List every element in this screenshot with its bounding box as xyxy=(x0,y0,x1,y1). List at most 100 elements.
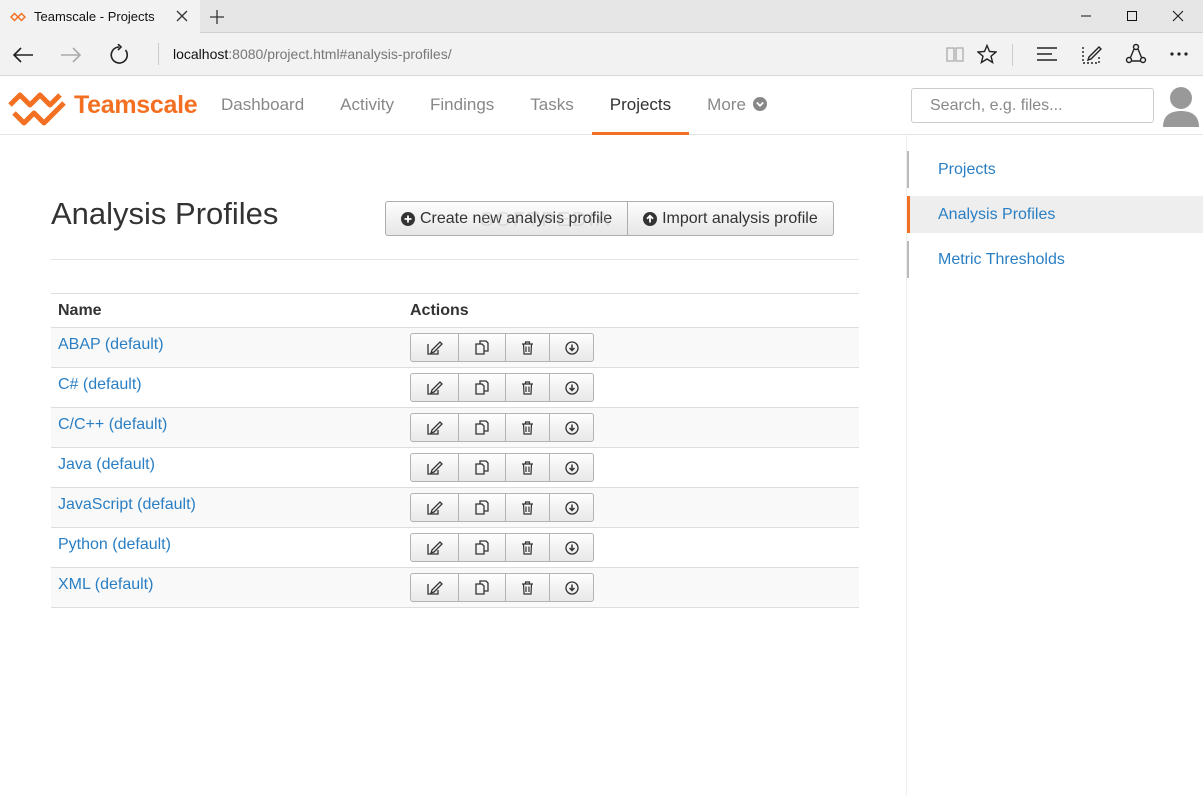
edit-profile-button[interactable] xyxy=(411,334,458,361)
back-arrow-icon xyxy=(12,47,33,63)
profile-name-cell: Java (default) xyxy=(51,447,403,488)
favorite-button[interactable] xyxy=(975,42,999,66)
refresh-button[interactable] xyxy=(104,40,134,70)
nav-findings[interactable]: Findings xyxy=(412,77,512,135)
copy-profile-button[interactable] xyxy=(458,534,505,561)
sidebar-item-projects[interactable]: Projects xyxy=(907,151,1203,188)
copy-icon xyxy=(475,539,489,555)
edit-profile-button[interactable] xyxy=(411,374,458,401)
search-input[interactable] xyxy=(911,88,1154,123)
edit-icon xyxy=(426,580,443,595)
edit-profile-button[interactable] xyxy=(411,494,458,521)
user-avatar-icon[interactable] xyxy=(1162,85,1200,127)
export-profile-button[interactable] xyxy=(549,414,593,441)
url-path: :8080/project.html#analysis-profiles/ xyxy=(228,46,452,62)
profile-actions-cell xyxy=(403,327,859,368)
nav-tasks[interactable]: Tasks xyxy=(512,77,591,135)
row-action-group xyxy=(410,453,594,482)
chevron-down-icon xyxy=(752,97,767,111)
forward-arrow-icon xyxy=(61,47,82,63)
profile-link[interactable]: Java (default) xyxy=(58,456,155,473)
nav-projects[interactable]: Projects xyxy=(591,77,690,135)
new-tab-icon[interactable] xyxy=(208,8,226,26)
url-host: localhost xyxy=(173,46,229,62)
delete-profile-button[interactable] xyxy=(505,334,549,361)
title-divider xyxy=(51,259,859,260)
pen-note-icon xyxy=(1082,46,1102,64)
export-profile-button[interactable] xyxy=(549,574,593,601)
copy-icon xyxy=(475,459,489,475)
copy-icon xyxy=(475,579,489,595)
edit-profile-button[interactable] xyxy=(411,574,458,601)
more-options-button[interactable] xyxy=(1167,42,1191,66)
upload-circle-icon xyxy=(643,211,658,226)
app-header: Teamscale Dashboard Activity Findings Ta… xyxy=(0,77,1203,135)
web-note-button[interactable] xyxy=(1080,42,1104,66)
copy-profile-button[interactable] xyxy=(458,454,505,481)
teamscale-logo[interactable]: Teamscale xyxy=(6,83,198,127)
sidebar-item-metric-thresholds[interactable]: Metric Thresholds xyxy=(907,241,1203,278)
copy-profile-button[interactable] xyxy=(458,334,505,361)
share-button[interactable] xyxy=(1124,42,1148,66)
minimize-button[interactable] xyxy=(1063,0,1109,32)
delete-profile-button[interactable] xyxy=(505,454,549,481)
edit-profile-button[interactable] xyxy=(411,414,458,441)
row-action-group xyxy=(410,373,594,402)
create-analysis-profile-button[interactable]: Create new analysis profile xyxy=(386,202,627,235)
toolbar-divider xyxy=(1012,44,1013,66)
close-tab-icon[interactable] xyxy=(174,8,190,24)
reading-view-button[interactable] xyxy=(943,42,967,66)
edit-profile-button[interactable] xyxy=(411,454,458,481)
browser-titlebar: Teamscale - Projects xyxy=(0,0,1203,33)
url-field[interactable]: localhost:8080/project.html#analysis-pro… xyxy=(158,43,452,65)
profile-link[interactable]: C# (default) xyxy=(58,376,142,393)
sidebar-item-analysis-profiles[interactable]: Analysis Profiles xyxy=(907,196,1203,233)
profile-link[interactable]: JavaScript (default) xyxy=(58,496,196,513)
nav-activity[interactable]: Activity xyxy=(322,77,412,135)
profile-link[interactable]: XML (default) xyxy=(58,576,153,593)
export-profile-button[interactable] xyxy=(549,454,593,481)
copy-profile-button[interactable] xyxy=(458,494,505,521)
download-icon xyxy=(564,340,579,355)
copy-icon xyxy=(475,419,489,435)
edit-profile-button[interactable] xyxy=(411,534,458,561)
close-icon xyxy=(1172,10,1184,22)
back-button[interactable] xyxy=(8,40,38,70)
nav-more-label: More xyxy=(707,95,746,114)
import-analysis-profile-button[interactable]: Import analysis profile xyxy=(627,202,833,235)
browser-tab[interactable]: Teamscale - Projects xyxy=(0,0,200,33)
forward-button[interactable] xyxy=(56,40,86,70)
profile-link[interactable]: C/C++ (default) xyxy=(58,416,167,433)
profile-link[interactable]: Python (default) xyxy=(58,536,171,553)
delete-profile-button[interactable] xyxy=(505,534,549,561)
trash-icon xyxy=(522,340,533,355)
profile-link[interactable]: ABAP (default) xyxy=(58,336,164,353)
edit-icon xyxy=(426,380,443,395)
nav-dashboard[interactable]: Dashboard xyxy=(203,77,322,135)
delete-profile-button[interactable] xyxy=(505,574,549,601)
export-profile-button[interactable] xyxy=(549,534,593,561)
export-profile-button[interactable] xyxy=(549,334,593,361)
copy-profile-button[interactable] xyxy=(458,374,505,401)
profile-name-cell: C# (default) xyxy=(51,367,403,408)
trash-icon xyxy=(522,420,533,435)
table-row: C/C++ (default) xyxy=(51,407,859,448)
star-icon xyxy=(977,44,997,64)
hub-button[interactable] xyxy=(1035,42,1059,66)
delete-profile-button[interactable] xyxy=(505,494,549,521)
copy-profile-button[interactable] xyxy=(458,414,505,441)
close-window-button[interactable] xyxy=(1155,0,1201,32)
copy-profile-button[interactable] xyxy=(458,574,505,601)
edit-icon xyxy=(426,540,443,555)
export-profile-button[interactable] xyxy=(549,494,593,521)
teamscale-favicon-icon xyxy=(10,11,26,22)
delete-profile-button[interactable] xyxy=(505,374,549,401)
column-header-name: Name xyxy=(51,293,403,328)
profile-name-cell: C/C++ (default) xyxy=(51,407,403,448)
nav-more[interactable]: More xyxy=(689,77,784,135)
download-icon xyxy=(564,380,579,395)
export-profile-button[interactable] xyxy=(549,374,593,401)
hub-lines-icon xyxy=(1037,47,1057,61)
maximize-button[interactable] xyxy=(1109,0,1155,32)
delete-profile-button[interactable] xyxy=(505,414,549,441)
